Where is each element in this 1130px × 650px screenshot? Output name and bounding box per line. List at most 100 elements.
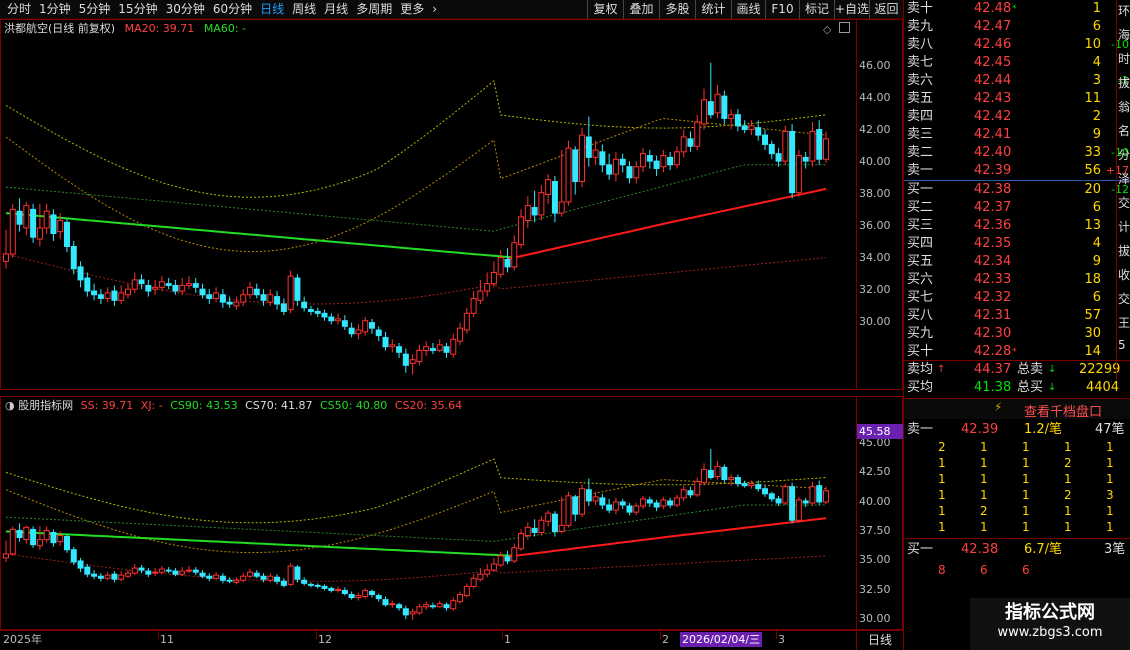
sub-candle [511, 547, 518, 562]
toolbar-button-4[interactable]: 画线 [731, 0, 765, 19]
sub-candle [30, 528, 37, 546]
main-candle [585, 136, 592, 158]
tab-1[interactable]: 1分钟 [36, 1, 74, 18]
main-candle [294, 277, 301, 301]
side-char: 泽 [1118, 172, 1130, 186]
sub-candle [463, 585, 470, 597]
main-candle [362, 320, 369, 333]
toolbar-button-8[interactable]: 返回 [869, 0, 903, 19]
bid-label: 买三 [907, 218, 934, 233]
indicator-chart[interactable]: ◑ 股朋指标网 SS: 39.71 XJ: - CS90: 43.53 CS70… [0, 396, 903, 630]
sub-candle [43, 529, 50, 541]
tab-2[interactable]: 5分钟 [76, 1, 114, 18]
ma-green-line [5, 530, 515, 557]
main-candle [816, 129, 823, 160]
ask-price: 42.39 [974, 163, 1012, 178]
tab-10[interactable]: 更多 [397, 1, 427, 18]
tab-0[interactable]: 分时 [4, 1, 34, 18]
date-label-2: 12 [318, 633, 332, 646]
toolbar-button-1[interactable]: 叠加 [623, 0, 659, 19]
date-tick-5 [776, 631, 777, 639]
ask-queue-cell: 1 [1022, 520, 1030, 534]
toolbar-button-5[interactable]: F10 [765, 0, 799, 19]
bid-label: 买六 [907, 272, 934, 287]
ask-queue-cell: 2 [1064, 488, 1072, 502]
main-candle [240, 294, 247, 303]
sub-candle [443, 604, 450, 609]
main-candle [416, 349, 423, 363]
more-arrow-icon[interactable]: › [429, 1, 440, 18]
ask-queue-cell: 1 [1022, 440, 1030, 454]
bid-avg-value: 41.38 [974, 380, 1012, 395]
ask-queue-cell: 1 [938, 488, 946, 502]
period-indicator[interactable]: 日线 [856, 631, 903, 650]
bid-queue-count: 3笔 [1104, 542, 1126, 557]
sub-candle [484, 569, 491, 575]
bid-volume: 9 [1092, 254, 1101, 269]
bid-label: 买九 [907, 326, 934, 341]
main-candle [185, 283, 192, 286]
side-text-strip: 环海时拔翁名分泽交计拔收交王5 [1116, 0, 1130, 380]
thousand-level-bar[interactable]: ⚡ 查看千档盘口 [904, 399, 1130, 420]
main-candle [30, 208, 37, 238]
main-candle [23, 205, 30, 229]
sub-y-tick-6: 30.00 [859, 611, 891, 625]
toolbar-button-6[interactable]: 标记 [799, 0, 834, 19]
bid-price: 42.31 [974, 308, 1012, 323]
lightning-icon: ⚡ [994, 400, 1003, 414]
sub-candle [551, 513, 558, 532]
main-candle [145, 284, 152, 292]
side-char: 环 [1118, 4, 1130, 18]
tab-3[interactable]: 15分钟 [115, 1, 160, 18]
ask-star-icon: * [1012, 4, 1017, 14]
ask-label: 卖二 [907, 145, 934, 160]
ask-queue-cell: 1 [1106, 472, 1114, 486]
tab-5[interactable]: 60分钟 [210, 1, 255, 18]
ask-queue-cell: 1 [938, 520, 946, 534]
sub-candle [599, 497, 606, 506]
main-candle [524, 205, 531, 221]
tab-7[interactable]: 周线 [289, 1, 319, 18]
main-candle [287, 275, 294, 311]
ask-row: 卖二 42.40 33 -10 [904, 144, 1130, 162]
tab-4[interactable]: 30分钟 [163, 1, 208, 18]
main-candle [70, 245, 77, 270]
sub-candle [687, 490, 694, 496]
main-candle [280, 303, 287, 312]
sub-candle [436, 603, 443, 608]
main-candle [246, 286, 253, 296]
main-candle [531, 207, 538, 216]
bid-row: 买四 42.35 4 [904, 235, 1130, 253]
toolbar-button-0[interactable]: 复权 [587, 0, 623, 19]
tab-6[interactable]: 日线 [257, 1, 287, 18]
sub-candle [368, 590, 375, 596]
main-candle [97, 294, 104, 299]
main-kline-chart[interactable]: 洪都航空(日线 前复权) MA20: 39.71 MA60: - ◇ 46.00… [0, 19, 903, 390]
toolbar-button-3[interactable]: 统计 [695, 0, 731, 19]
main-candle [755, 127, 762, 136]
tab-9[interactable]: 多周期 [353, 1, 395, 18]
watermark-url: www.zbgs3.com [997, 625, 1103, 640]
sub-candle [775, 498, 782, 504]
ask-volume: 10 [1084, 37, 1101, 52]
side-char: 计 [1118, 220, 1130, 234]
main-candle [307, 309, 314, 312]
sub-candle [809, 486, 816, 504]
sub-candle [301, 579, 308, 584]
sub-candle [348, 594, 355, 599]
period-tabs: 分时 1分钟 5分钟 15分钟 30分钟 60分钟 日线 周线 月线 多周期 更多 › [4, 1, 440, 18]
main-candle [694, 121, 701, 147]
ask-label: 卖七 [907, 55, 934, 70]
toolbar-button-7[interactable]: +自选 [834, 0, 869, 19]
toolbar-button-2[interactable]: 多股 [659, 0, 695, 19]
sub-candle [36, 539, 43, 547]
tab-8[interactable]: 月线 [321, 1, 351, 18]
main-candle [409, 359, 416, 364]
date-label-1: 11 [160, 633, 174, 646]
bid-volume: 57 [1084, 308, 1101, 323]
thousand-level-button[interactable]: 查看千档盘口 [1024, 401, 1102, 420]
sub-candle [314, 584, 321, 587]
ask-queue-cell: 2 [1064, 456, 1072, 470]
main-candle [646, 155, 653, 162]
cursor-date: 2026/02/04/三 [680, 632, 763, 647]
